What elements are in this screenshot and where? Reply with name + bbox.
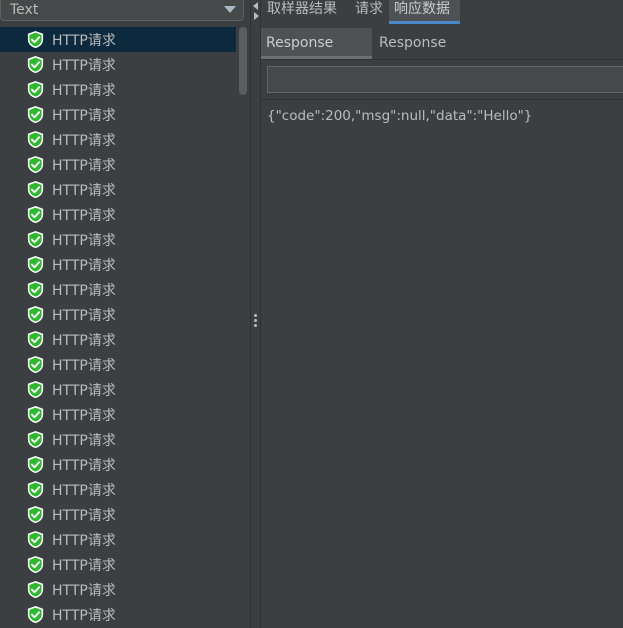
success-shield-icon <box>27 505 44 524</box>
success-shield-icon <box>27 580 44 599</box>
result-label: HTTP请求 <box>52 308 116 324</box>
result-detail-panel: 取样器结果 请求 响应数据 Response Body Response hea… <box>261 0 623 628</box>
tab-request[interactable]: 请求 <box>355 0 385 24</box>
detail-tabs: 取样器结果 请求 响应数据 <box>261 0 623 24</box>
result-row[interactable]: HTTP请求 <box>0 602 236 627</box>
result-row[interactable]: HTTP请求 <box>0 27 236 52</box>
result-row[interactable]: HTTP请求 <box>0 277 236 302</box>
success-shield-icon <box>27 405 44 424</box>
grip-dot-icon <box>254 319 257 322</box>
result-label: HTTP请求 <box>52 333 116 349</box>
response-body-text[interactable]: {"code":200,"msg":null,"data":"Hello"} <box>267 108 532 124</box>
result-label: HTTP请求 <box>52 83 116 99</box>
result-row[interactable]: HTTP请求 <box>0 552 236 577</box>
result-label: HTTP请求 <box>52 183 116 199</box>
result-label: HTTP请求 <box>52 533 116 549</box>
success-shield-icon <box>27 455 44 474</box>
split-pane-divider[interactable] <box>250 0 261 628</box>
result-row[interactable]: HTTP请求 <box>0 127 236 152</box>
success-shield-icon <box>27 30 44 49</box>
result-row[interactable]: HTTP请求 <box>0 202 236 227</box>
result-row[interactable]: HTTP请求 <box>0 227 236 252</box>
result-label: HTTP请求 <box>52 108 116 124</box>
result-row[interactable]: HTTP请求 <box>0 302 236 327</box>
success-shield-icon <box>27 80 44 99</box>
result-row[interactable]: HTTP请求 <box>0 452 236 477</box>
result-label: HTTP请求 <box>52 433 116 449</box>
result-label: HTTP请求 <box>52 458 116 474</box>
success-shield-icon <box>27 105 44 124</box>
success-shield-icon <box>27 555 44 574</box>
success-shield-icon <box>27 155 44 174</box>
result-label: HTTP请求 <box>52 258 116 274</box>
result-row[interactable]: HTTP请求 <box>0 77 236 102</box>
results-scrollbar[interactable] <box>236 27 250 628</box>
expand-right-icon[interactable] <box>254 12 259 20</box>
tab-response-data[interactable]: 响应数据 <box>389 0 460 24</box>
success-shield-icon <box>27 55 44 74</box>
result-row[interactable]: HTTP请求 <box>0 252 236 277</box>
success-shield-icon <box>27 305 44 324</box>
grip-dot-icon <box>254 314 257 317</box>
result-label: HTTP请求 <box>52 58 116 74</box>
renderer-select-value: Text <box>10 2 39 18</box>
success-shield-icon <box>27 230 44 249</box>
result-row[interactable]: HTTP请求 <box>0 577 236 602</box>
result-label: HTTP请求 <box>52 33 116 49</box>
success-shield-icon <box>27 255 44 274</box>
result-label: HTTP请求 <box>52 583 116 599</box>
success-shield-icon <box>27 355 44 374</box>
grip-dot-icon <box>254 324 257 327</box>
result-label: HTTP请求 <box>52 383 116 399</box>
result-row[interactable]: HTTP请求 <box>0 377 236 402</box>
success-shield-icon <box>27 380 44 399</box>
tab-sampler-result[interactable]: 取样器结果 <box>267 0 349 24</box>
tab-response-headers[interactable]: Response headers <box>374 28 504 81</box>
renderer-select[interactable]: Text <box>0 0 244 21</box>
result-label: HTTP请求 <box>52 133 116 149</box>
result-row[interactable]: HTTP请求 <box>0 52 236 77</box>
result-label: HTTP请求 <box>52 558 116 574</box>
result-label: HTTP请求 <box>52 483 116 499</box>
collapse-left-icon[interactable] <box>253 2 258 10</box>
success-shield-icon <box>27 430 44 449</box>
result-row[interactable]: HTTP请求 <box>0 477 236 502</box>
results-tree-panel: Text HTTP请求 HTTP请求 HTTP请求 HTTP请求 HTTP请求 HTTP请… <box>0 0 250 628</box>
result-label: HTTP请求 <box>52 508 116 524</box>
divider <box>261 99 623 100</box>
scrollbar-thumb[interactable] <box>239 27 247 95</box>
result-label: HTTP请求 <box>52 358 116 374</box>
success-shield-icon <box>27 530 44 549</box>
result-row[interactable]: HTTP请求 <box>0 427 236 452</box>
result-row[interactable]: HTTP请求 <box>0 152 236 177</box>
result-row[interactable]: HTTP请求 <box>0 177 236 202</box>
result-label: HTTP请求 <box>52 233 116 249</box>
success-shield-icon <box>27 205 44 224</box>
success-shield-icon <box>27 330 44 349</box>
success-shield-icon <box>27 280 44 299</box>
search-input[interactable] <box>267 66 623 93</box>
success-shield-icon <box>27 480 44 499</box>
chevron-down-icon[interactable] <box>224 6 236 13</box>
result-label: HTTP请求 <box>52 608 116 624</box>
result-row[interactable]: HTTP请求 <box>0 402 236 427</box>
result-label: HTTP请求 <box>52 408 116 424</box>
result-row[interactable]: HTTP请求 <box>0 102 236 127</box>
result-row[interactable]: HTTP请求 <box>0 502 236 527</box>
result-label: HTTP请求 <box>52 283 116 299</box>
result-row[interactable]: HTTP请求 <box>0 352 236 377</box>
response-subtabs: Response Body Response headers <box>261 28 623 81</box>
success-shield-icon <box>27 130 44 149</box>
result-row[interactable]: HTTP请求 <box>0 327 236 352</box>
success-shield-icon <box>27 180 44 199</box>
success-shield-icon <box>27 605 44 624</box>
result-label: HTTP请求 <box>52 208 116 224</box>
result-label: HTTP请求 <box>52 158 116 174</box>
results-list: HTTP请求 HTTP请求 HTTP请求 HTTP请求 HTTP请求 HTTP请求 HTTP… <box>0 27 236 628</box>
tab-response-body[interactable]: Response Body <box>261 28 372 81</box>
result-row[interactable]: HTTP请求 <box>0 527 236 552</box>
